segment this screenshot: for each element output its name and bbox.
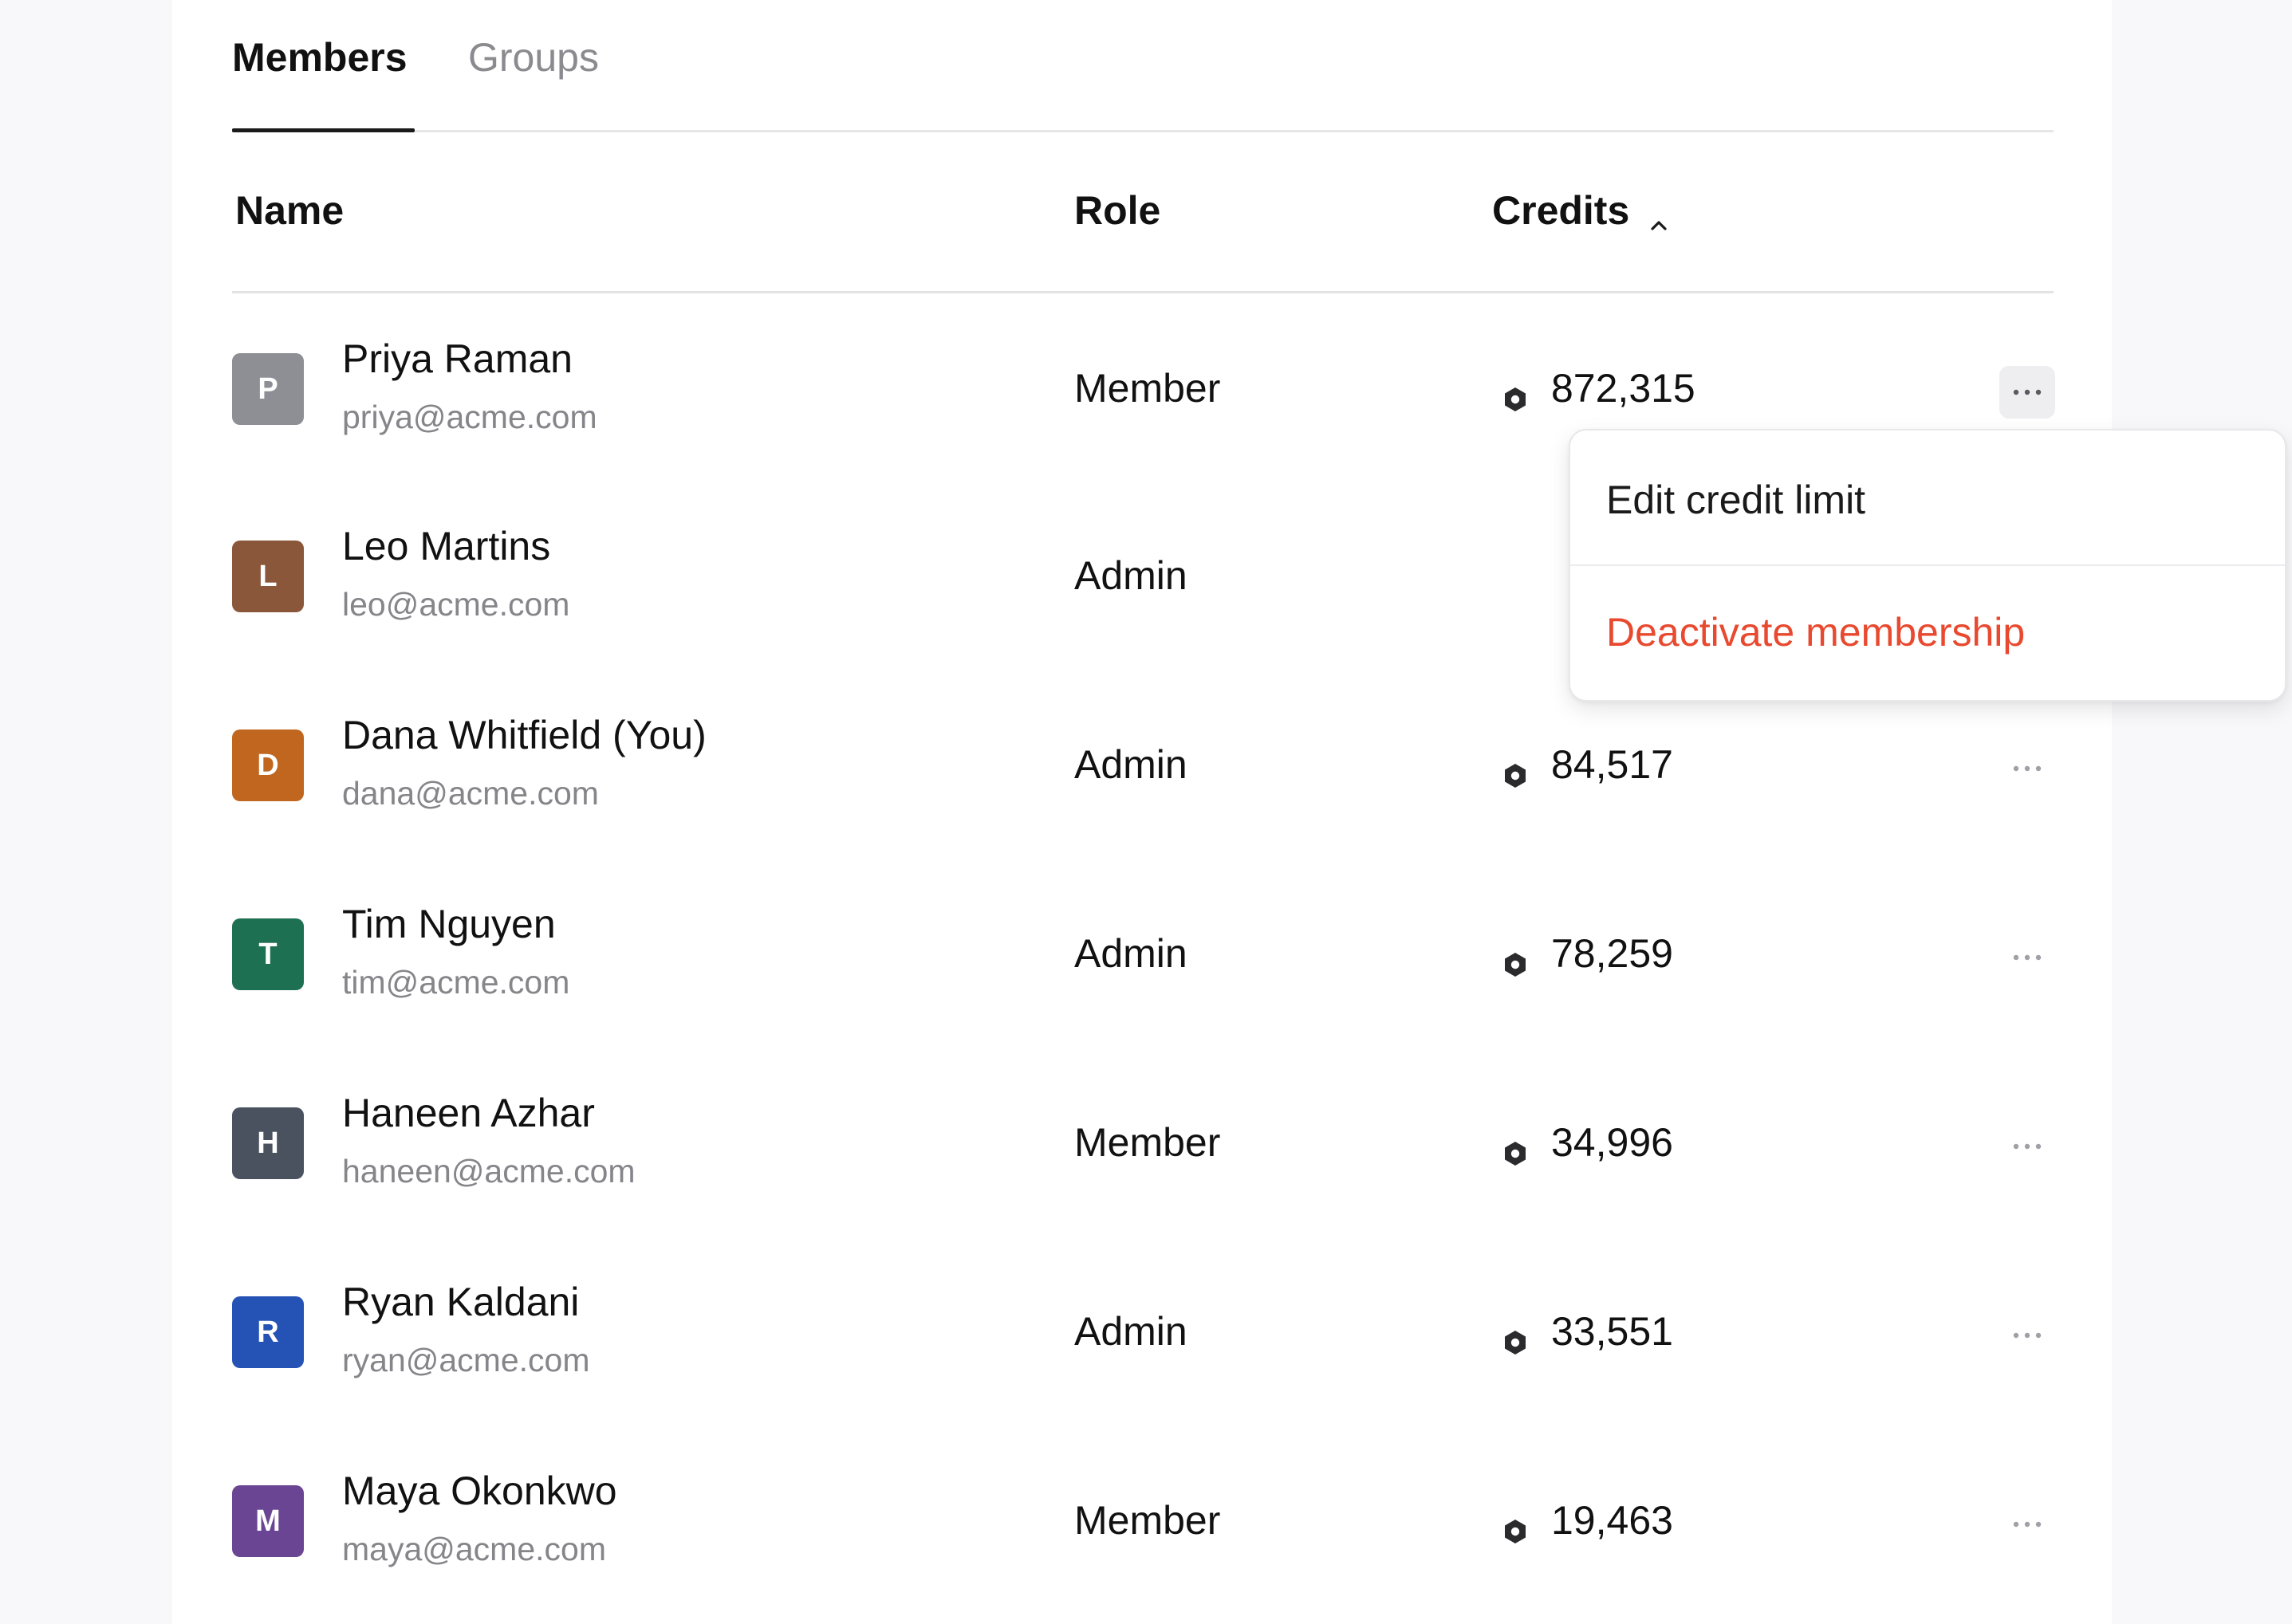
- member-name: Maya Okonkwo: [342, 1469, 617, 1513]
- row-actions-button[interactable]: [1999, 366, 2055, 419]
- hexagon-coin-icon: [1502, 1129, 1529, 1166]
- column-header-credits-label: Credits: [1492, 188, 1630, 233]
- member-name: Priya Raman: [342, 336, 573, 381]
- member-email: dana@acme.com: [342, 775, 599, 812]
- column-header-role[interactable]: Role: [1074, 185, 1160, 236]
- tab-bar: Members Groups: [232, 0, 2054, 132]
- member-credits-value: 34,996: [1551, 1120, 1673, 1165]
- menu-item-deactivate-membership-label: Deactivate membership: [1606, 610, 2026, 655]
- table-row: H Haneen Azhar haneen@acme.com Member 34,996: [232, 1048, 2054, 1237]
- menu-item-edit-credit-limit[interactable]: Edit credit limit: [1570, 431, 2285, 566]
- row-actions-button[interactable]: [1999, 742, 2055, 795]
- member-credits: 84,517: [1502, 740, 1673, 789]
- member-credits: 19,463: [1502, 1496, 1673, 1545]
- member-name: Ryan Kaldani: [342, 1280, 580, 1324]
- member-email: haneen@acme.com: [342, 1153, 636, 1189]
- member-credits-value: 872,315: [1551, 366, 1695, 411]
- member-role: Member: [1074, 1120, 1221, 1165]
- avatar: L: [232, 541, 304, 612]
- tab-groups[interactable]: Groups: [468, 32, 599, 83]
- member-name: Tim Nguyen: [342, 902, 556, 946]
- member-credits: 34,996: [1502, 1118, 1673, 1167]
- member-credits: 33,551: [1502, 1307, 1673, 1356]
- member-credits-value: 84,517: [1551, 742, 1673, 787]
- menu-item-deactivate-membership[interactable]: Deactivate membership: [1570, 566, 2285, 700]
- hexagon-coin-icon: [1502, 1318, 1529, 1355]
- member-credits-value: 19,463: [1551, 1498, 1673, 1543]
- member-email: ryan@acme.com: [342, 1342, 590, 1378]
- hexagon-coin-icon: [1502, 751, 1529, 788]
- member-role: Member: [1074, 366, 1221, 411]
- row-actions-button[interactable]: [1999, 1120, 2055, 1173]
- avatar: R: [232, 1296, 304, 1368]
- member-credits-value: 78,259: [1551, 931, 1673, 976]
- row-actions-menu: Edit credit limit Deactivate membership: [1569, 429, 2286, 702]
- member-role: Admin: [1074, 931, 1187, 976]
- hexagon-coin-icon: [1502, 940, 1529, 977]
- member-email: tim@acme.com: [342, 964, 570, 1001]
- row-actions-button[interactable]: [1999, 931, 2055, 984]
- member-name: Haneen Azhar: [342, 1091, 595, 1135]
- table-row: M Maya Okonkwo maya@acme.com Member 19,463: [232, 1425, 2054, 1614]
- hexagon-coin-icon: [1502, 375, 1529, 411]
- member-email: maya@acme.com: [342, 1531, 606, 1567]
- row-actions-button[interactable]: [1999, 1498, 2055, 1551]
- avatar: P: [232, 353, 304, 425]
- column-header-credits[interactable]: Credits: [1492, 185, 1671, 236]
- tab-members[interactable]: Members: [232, 32, 408, 83]
- member-role: Admin: [1074, 553, 1187, 598]
- avatar: D: [232, 729, 304, 801]
- table-row: T Tim Nguyen tim@acme.com Admin 78,259: [232, 859, 2054, 1048]
- member-name: Leo Martins: [342, 524, 551, 568]
- member-role: Admin: [1074, 742, 1187, 787]
- member-role: Member: [1074, 1498, 1221, 1543]
- avatar: T: [232, 918, 304, 990]
- member-email: priya@acme.com: [342, 399, 597, 435]
- member-name: Dana Whitfield (You): [342, 713, 707, 757]
- members-panel: Members Groups Name Role Credits P Priya …: [172, 0, 2286, 1624]
- avatar: M: [232, 1485, 304, 1557]
- chevron-up-icon[interactable]: [1647, 199, 1671, 230]
- table-row: R Ryan Kaldani ryan@acme.com Admin 33,551: [232, 1237, 2054, 1425]
- column-header-name[interactable]: Name: [235, 185, 344, 236]
- member-email: leo@acme.com: [342, 586, 570, 623]
- members-content: Members Groups Name Role Credits P Priya …: [232, 0, 2286, 1614]
- row-actions-button[interactable]: [1999, 1309, 2055, 1362]
- member-role: Admin: [1074, 1309, 1187, 1354]
- member-credits-value: 33,551: [1551, 1309, 1673, 1354]
- member-credits: 872,315: [1502, 364, 1695, 413]
- avatar: H: [232, 1107, 304, 1179]
- menu-item-edit-credit-limit-label: Edit credit limit: [1606, 478, 1866, 522]
- member-credits: 78,259: [1502, 929, 1673, 978]
- table-header: Name Role Credits: [232, 132, 2054, 293]
- hexagon-coin-icon: [1502, 1507, 1529, 1543]
